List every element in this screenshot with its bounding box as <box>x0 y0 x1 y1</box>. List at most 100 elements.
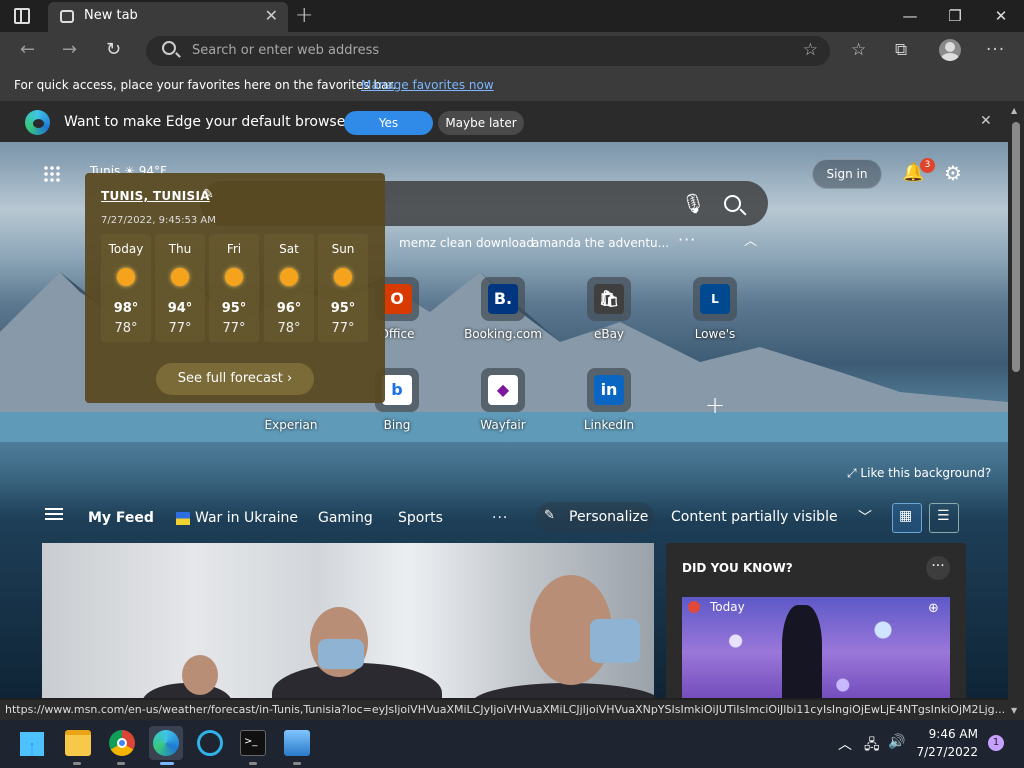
wayfair-icon: ◆ <box>488 375 518 405</box>
new-tab-button[interactable]: + <box>295 3 313 28</box>
trending-search-2[interactable]: amanda the adventu... <box>532 236 669 250</box>
manage-favorites-link[interactable]: Manage favorites now <box>361 78 494 92</box>
cortana-icon[interactable] <box>197 730 223 756</box>
banner-question: Want to make Edge your default browser? <box>64 114 359 130</box>
scroll-down-icon[interactable]: ▼ <box>1011 706 1017 715</box>
singer-silhouette <box>782 605 822 698</box>
edge-icon <box>153 730 179 756</box>
yes-button[interactable]: Yes <box>344 111 433 135</box>
network-icon[interactable]: 🖧 <box>864 734 880 758</box>
photos-icon[interactable] <box>284 730 310 756</box>
collapse-chevron-icon[interactable]: ︿ <box>744 230 757 249</box>
personalize-button[interactable]: ✎ Personalize <box>536 502 654 532</box>
like-background-text: Like this background? <box>860 466 992 480</box>
tile-booking[interactable]: B. Booking.com <box>458 277 548 357</box>
more-menu-icon[interactable]: ··· <box>986 40 1005 60</box>
scrollbar-thumb[interactable] <box>1012 122 1020 372</box>
profile-avatar-icon[interactable] <box>939 39 961 61</box>
day-low: 77° <box>168 321 192 336</box>
grid-view-button[interactable]: ▦ <box>892 503 922 533</box>
sunny-icon <box>334 268 352 286</box>
tab-sports[interactable]: Sports <box>398 510 443 526</box>
trending-more-icon[interactable]: ··· <box>678 230 696 249</box>
tab-new-tab[interactable]: New tab ✕ <box>48 2 288 32</box>
tile-label: Lowe's <box>694 327 736 341</box>
tab-my-feed[interactable]: My Feed <box>88 510 154 526</box>
tile-label: Bing <box>383 418 411 432</box>
news-photo-head <box>182 655 218 695</box>
search-icon[interactable] <box>724 195 741 212</box>
add-favorite-icon[interactable]: ☆ <box>803 40 818 60</box>
sunny-icon <box>225 268 243 286</box>
back-icon[interactable]: ← <box>20 40 35 60</box>
bing-icon: b <box>382 375 412 405</box>
trending-search-1[interactable]: memz clean download <box>399 236 534 250</box>
close-banner-icon[interactable]: ✕ <box>980 113 992 129</box>
refresh-icon[interactable]: ↻ <box>106 40 121 60</box>
file-explorer-icon[interactable] <box>65 730 91 756</box>
like-background-link[interactable]: ⤢ Like this background? <box>847 466 991 481</box>
content-visibility-label: Content partially visible <box>671 509 838 525</box>
scroll-up-icon[interactable]: ▲ <box>1011 106 1017 115</box>
add-site-icon[interactable]: + <box>705 391 725 419</box>
page-scrollbar[interactable]: ▲ ▼ <box>1008 102 1024 720</box>
tile-linkedin[interactable]: in LinkedIn <box>564 368 654 448</box>
forecast-day[interactable]: Thu 94° 77° <box>155 234 205 342</box>
microphone-icon[interactable]: 🎙 <box>681 192 705 215</box>
tab-war-in-ukraine[interactable]: War in Ukraine <box>195 510 298 526</box>
new-tab-icon <box>60 10 74 23</box>
running-indicator <box>293 762 301 765</box>
page-settings-gear-icon[interactable]: ⚙ <box>944 161 962 185</box>
forecast-day[interactable]: Sun 95° 77° <box>318 234 368 342</box>
notification-center-badge[interactable]: 1 <box>988 735 1004 751</box>
see-full-forecast-button[interactable]: See full forecast › <box>156 363 314 395</box>
linkedin-icon: in <box>594 375 624 405</box>
forward-icon[interactable]: → <box>62 40 77 60</box>
address-bar[interactable]: Search or enter web address ☆ <box>146 36 830 66</box>
close-tab-icon[interactable]: ✕ <box>265 6 278 25</box>
day-high: 94° <box>167 301 193 316</box>
forecast-day[interactable]: Fri 95° 77° <box>209 234 259 342</box>
maybe-later-button[interactable]: Maybe later <box>438 111 524 135</box>
sign-in-button[interactable]: Sign in <box>812 159 882 189</box>
list-icon: ☰ <box>937 508 950 524</box>
list-view-button[interactable]: ☰ <box>929 503 959 533</box>
terminal-icon[interactable]: >_ <box>240 730 266 756</box>
day-low: 77° <box>331 321 355 336</box>
tile-wayfair[interactable]: ◆ Wayfair <box>458 368 548 448</box>
tile-label: Booking.com <box>464 327 542 341</box>
close-window-button[interactable]: ✕ <box>986 4 1016 28</box>
show-hidden-icons-chevron[interactable]: ︿ <box>838 734 852 754</box>
tile-label: Experian <box>264 418 318 432</box>
tile-ebay[interactable]: 🛍 eBay <box>564 277 654 357</box>
app-launcher-icon[interactable] <box>43 165 61 183</box>
globe-icon: ⊕ <box>928 601 939 616</box>
day-high: 95° <box>221 301 247 316</box>
feed-more-icon[interactable]: ··· <box>492 510 508 526</box>
day-high: 98° <box>113 301 139 316</box>
minimize-button[interactable]: — <box>895 4 925 28</box>
news-hero-card[interactable] <box>42 543 654 698</box>
content-visibility-dropdown[interactable]: Content partially visible ﹀ <box>662 502 880 532</box>
collections-icon[interactable]: ⧉ <box>895 40 907 60</box>
favorites-icon[interactable]: ☆ <box>851 40 866 60</box>
running-indicator <box>73 762 81 765</box>
edit-location-icon[interactable]: ✎ <box>203 187 214 202</box>
forecast-day[interactable]: Today 98° 78° <box>101 234 151 342</box>
forecast-day[interactable]: Sat 96° 78° <box>264 234 314 342</box>
tile-lowes[interactable]: L Lowe's <box>670 277 760 357</box>
card-more-icon[interactable]: ··· <box>926 556 950 580</box>
start-windows-icon[interactable] <box>20 732 44 756</box>
weather-city-link[interactable]: TUNIS, TUNISIA <box>101 189 210 203</box>
clock-date[interactable]: 7/27/2022 <box>900 745 978 759</box>
feed-menu-icon[interactable] <box>45 513 63 515</box>
chrome-icon[interactable] <box>109 730 135 756</box>
status-url: https://www.msn.com/en-us/weather/foreca… <box>0 700 1008 720</box>
day-name: Sat <box>279 242 299 256</box>
edge-taskbar-button[interactable] <box>149 726 183 760</box>
tab-gaming[interactable]: Gaming <box>318 510 373 526</box>
clock-time[interactable]: 9:46 AM <box>920 727 978 741</box>
tab-actions-icon[interactable] <box>14 8 30 24</box>
restore-button[interactable]: ❐ <box>940 4 970 28</box>
tile-label: LinkedIn <box>583 418 635 432</box>
